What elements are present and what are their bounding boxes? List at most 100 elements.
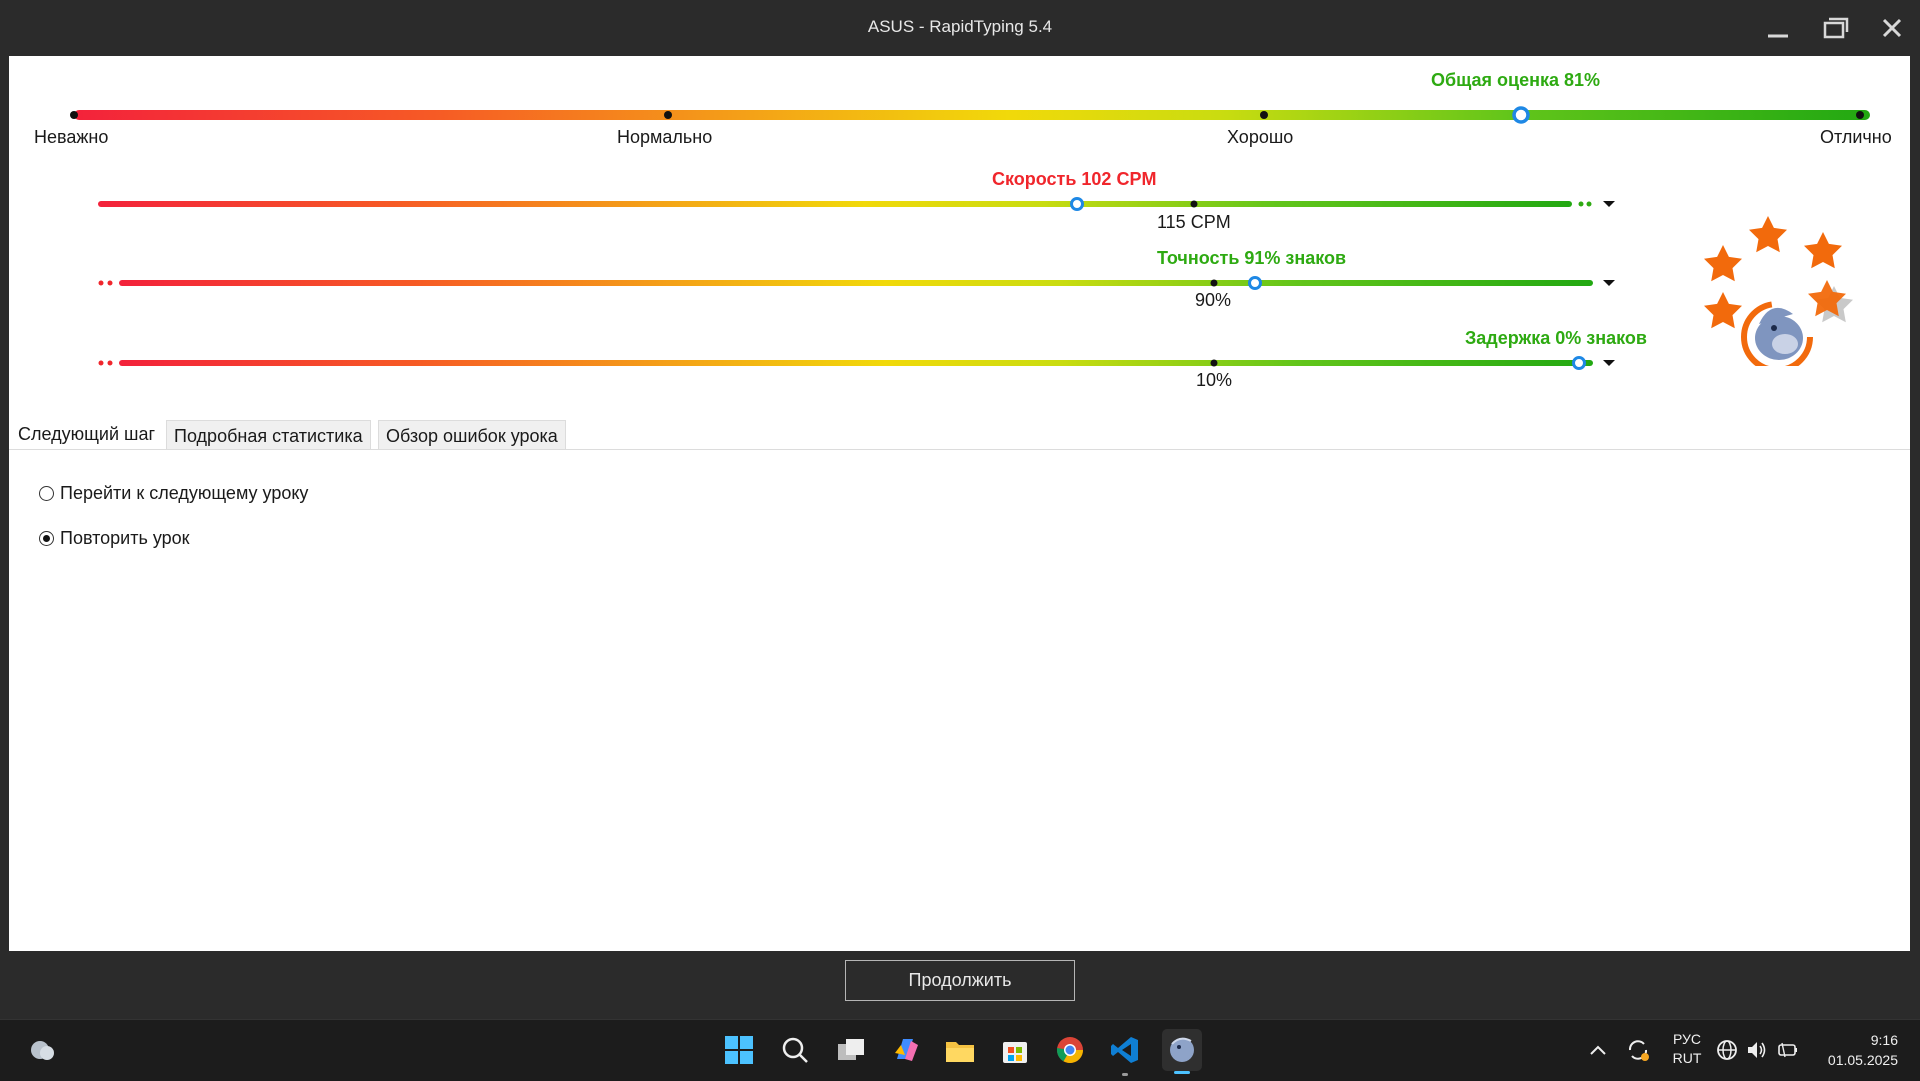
sync-tray-button[interactable] bbox=[1620, 1032, 1656, 1068]
globe-icon bbox=[1717, 1040, 1737, 1060]
copilot-button[interactable] bbox=[888, 1032, 924, 1068]
scale-label-excellent: Отлично bbox=[1820, 127, 1892, 147]
task-view-icon bbox=[838, 1039, 864, 1060]
speed-dot-a bbox=[1578, 201, 1584, 207]
option-next-lesson-label: Перейти к следующему уроку bbox=[60, 483, 309, 503]
speed-dot-b bbox=[1586, 201, 1592, 207]
speed-bar bbox=[98, 201, 1572, 207]
vscode-icon bbox=[1111, 1037, 1138, 1063]
overall-tick-1 bbox=[664, 111, 672, 119]
volume-button[interactable] bbox=[1746, 1032, 1768, 1068]
rating-stars bbox=[1704, 216, 1853, 366]
speed-dropdown-arrow bbox=[1603, 201, 1615, 207]
language-top: РУС bbox=[1672, 1031, 1702, 1047]
option-next-lesson[interactable]: Перейти к следующему уроку bbox=[39, 483, 308, 504]
delay-label: Задержка 0% знаков bbox=[1465, 328, 1647, 348]
radio-checked-icon[interactable] bbox=[39, 531, 54, 546]
search-icon bbox=[782, 1037, 808, 1063]
title-bar: ASUS - RapidTyping 5.4 bbox=[0, 0, 1920, 56]
weather-cloud-icon bbox=[31, 1041, 54, 1060]
accuracy-label: Точность 91% знаков bbox=[1157, 248, 1347, 268]
language-indicator[interactable]: РУС RUT bbox=[1672, 1031, 1702, 1066]
delay-dot-b bbox=[107, 360, 113, 366]
scale-label-good: Хорошо bbox=[1227, 127, 1294, 147]
windows-icon bbox=[725, 1036, 753, 1064]
scale-label-normal: Нормально bbox=[617, 127, 713, 147]
start-button[interactable] bbox=[721, 1032, 757, 1068]
dolphin-logo-icon bbox=[1741, 301, 1813, 366]
taskbar: РУС RUT 9:16 01.05.2025 bbox=[0, 1019, 1920, 1081]
tab-next-step[interactable]: Следующий шаг bbox=[11, 419, 162, 449]
restore-icon bbox=[1823, 17, 1849, 39]
overall-score-label: Общая оценка 81% bbox=[1431, 70, 1601, 90]
option-repeat-lesson[interactable]: Повторить урок bbox=[39, 528, 190, 549]
delay-dropdown-arrow bbox=[1603, 360, 1615, 366]
window-title: ASUS - RapidTyping 5.4 bbox=[867, 17, 1053, 36]
accuracy-dot-a bbox=[98, 280, 104, 286]
delay-target-label: 10% bbox=[1196, 370, 1233, 390]
speed-target-label: 115 CPM bbox=[1157, 212, 1231, 232]
store-icon bbox=[1003, 1042, 1027, 1063]
battery-icon bbox=[1778, 1042, 1797, 1058]
tab-divider bbox=[9, 449, 1910, 450]
rapidtyping-dolphin-icon bbox=[1170, 1037, 1194, 1062]
radio-icon[interactable] bbox=[39, 486, 54, 501]
search-button[interactable] bbox=[777, 1032, 813, 1068]
tab-lesson-errors[interactable]: Обзор ошибок урока bbox=[378, 420, 566, 450]
overall-tick-0 bbox=[70, 111, 78, 119]
accuracy-dropdown-arrow bbox=[1603, 280, 1615, 286]
speed-label: Скорость 102 CPM bbox=[992, 169, 1157, 189]
delay-bar bbox=[119, 360, 1593, 366]
chevron-up-icon bbox=[1590, 1045, 1606, 1055]
clock-time: 9:16 bbox=[1870, 1032, 1898, 1048]
clock[interactable]: 9:16 01.05.2025 bbox=[1818, 1032, 1898, 1068]
task-view-button[interactable] bbox=[833, 1032, 869, 1068]
accuracy-target-tick bbox=[1210, 279, 1218, 287]
file-explorer-button[interactable] bbox=[942, 1032, 978, 1068]
delay-dot-a bbox=[98, 360, 104, 366]
speed-target-tick bbox=[1190, 200, 1198, 208]
chrome-icon bbox=[1056, 1037, 1084, 1064]
star-icon bbox=[1804, 232, 1842, 269]
network-button[interactable] bbox=[1716, 1032, 1738, 1068]
speed-marker bbox=[1070, 197, 1084, 211]
minimize-icon bbox=[1768, 34, 1788, 38]
battery-button[interactable] bbox=[1776, 1032, 1798, 1068]
speaker-icon bbox=[1748, 1042, 1766, 1058]
active-indicator bbox=[1174, 1071, 1190, 1074]
overall-marker bbox=[1512, 106, 1530, 124]
continue-button[interactable]: Продолжить bbox=[845, 960, 1075, 1001]
tab-detailed-statistics[interactable]: Подробная статистика bbox=[166, 420, 371, 450]
star-icon bbox=[1749, 216, 1787, 253]
restore-button[interactable] bbox=[1814, 8, 1858, 48]
overall-tick-2 bbox=[1260, 111, 1268, 119]
overall-bar bbox=[74, 110, 1870, 120]
delay-marker bbox=[1572, 356, 1586, 370]
option-repeat-lesson-label: Повторить урок bbox=[60, 528, 190, 548]
weather-widget[interactable] bbox=[24, 1032, 60, 1068]
chrome-button[interactable] bbox=[1052, 1032, 1088, 1068]
copilot-icon bbox=[895, 1039, 918, 1061]
store-button[interactable] bbox=[997, 1032, 1033, 1068]
overall-tick-3 bbox=[1856, 111, 1864, 119]
accuracy-dot-b bbox=[107, 280, 113, 286]
rapidtyping-button[interactable] bbox=[1162, 1029, 1202, 1074]
close-button[interactable] bbox=[1870, 8, 1914, 48]
clock-date: 01.05.2025 bbox=[1827, 1052, 1898, 1068]
star-icon bbox=[1704, 292, 1742, 329]
results-panel: Общая оценка 81% Неважно Нормально Хорош… bbox=[9, 56, 1910, 951]
accuracy-target-label: 90% bbox=[1195, 290, 1232, 310]
delay-target-tick bbox=[1210, 359, 1218, 367]
minimize-button[interactable] bbox=[1756, 8, 1800, 48]
sync-icon bbox=[1628, 1040, 1649, 1061]
show-hidden-icons-button[interactable] bbox=[1580, 1032, 1616, 1068]
running-indicator bbox=[1122, 1073, 1128, 1076]
vscode-button[interactable] bbox=[1107, 1032, 1143, 1076]
accuracy-marker bbox=[1248, 276, 1262, 290]
star-icon bbox=[1704, 245, 1742, 282]
language-bottom: RUT bbox=[1672, 1050, 1702, 1066]
scale-label-poor: Неважно bbox=[34, 127, 109, 147]
accuracy-bar bbox=[119, 280, 1593, 286]
folder-icon bbox=[946, 1042, 974, 1062]
close-icon bbox=[1882, 18, 1902, 38]
